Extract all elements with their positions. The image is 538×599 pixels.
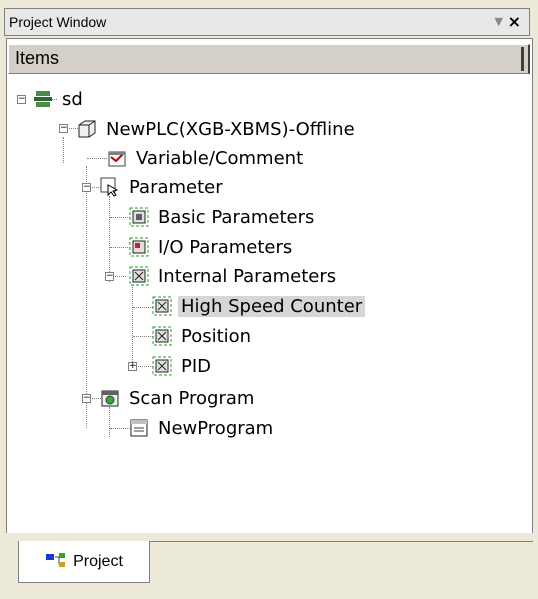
tree-label-variable: Variable/Comment — [136, 147, 304, 169]
tree-label-basic: Basic Parameters — [158, 206, 315, 228]
project-icon — [33, 89, 53, 109]
window-title: Project Window — [9, 14, 107, 30]
tree-node-pid[interactable]: PID — [152, 353, 214, 379]
program-icon — [129, 418, 149, 438]
tree-label-plc: NewPLC(XGB-XBMS)-Offline — [106, 118, 355, 140]
tab-project[interactable]: Project — [18, 541, 150, 583]
tree-label-hsc: High Speed Counter — [178, 295, 366, 317]
tree-node-program[interactable]: NewProgram — [129, 415, 276, 441]
parameter-icon — [100, 177, 120, 197]
tree-node-position[interactable]: Position — [152, 323, 254, 349]
close-icon[interactable]: × — [508, 12, 521, 31]
tree-node-variable[interactable]: Variable/Comment — [107, 145, 306, 171]
project-window-titlebar: Project Window ▼ × — [4, 8, 530, 36]
expander-pid[interactable]: + — [128, 362, 137, 371]
tree-label-scan: Scan Program — [129, 387, 255, 409]
tree-node-parameter[interactable]: Parameter — [100, 174, 226, 200]
tree-label-io: I/O Parameters — [158, 236, 293, 258]
high-speed-counter-icon — [152, 296, 172, 316]
basic-parameter-icon — [129, 207, 149, 227]
tree-label-position: Position — [181, 325, 252, 347]
tree-node-io[interactable]: I/O Parameters — [129, 234, 295, 260]
expander-internal[interactable]: − — [105, 272, 114, 281]
scan-program-icon — [100, 388, 120, 408]
tree-node-sd[interactable]: sd — [33, 86, 86, 112]
internal-parameter-icon — [129, 266, 149, 286]
expander-scan[interactable]: − — [82, 394, 91, 403]
tree-label-internal: Internal Parameters — [158, 265, 337, 287]
position-icon — [152, 326, 172, 346]
variable-comment-icon — [107, 148, 127, 168]
tree-label-program: NewProgram — [158, 417, 274, 439]
project-tree-panel: Items − − − − + − sd NewPLC(XGB-XBMS)-Of… — [6, 38, 533, 534]
tab-project-label: Project — [73, 552, 123, 570]
pid-icon — [152, 356, 172, 376]
tree-node-hsc[interactable]: High Speed Counter — [152, 293, 366, 319]
tree-node-plc[interactable]: NewPLC(XGB-XBMS)-Offline — [77, 116, 358, 142]
expander-plc[interactable]: − — [59, 124, 68, 133]
io-parameter-icon — [129, 237, 149, 257]
tree-label-pid: PID — [181, 355, 212, 377]
expander-parameter[interactable]: − — [82, 183, 91, 192]
dropdown-icon[interactable]: ▼ — [495, 15, 503, 28]
bottom-tab-bar: Project — [6, 533, 533, 588]
expander-sd[interactable]: − — [17, 95, 26, 104]
plc-icon — [77, 119, 97, 139]
project-tab-icon — [45, 552, 67, 572]
tree-node-basic[interactable]: Basic Parameters — [129, 204, 317, 230]
tree-node-scan[interactable]: Scan Program — [100, 385, 257, 411]
tree-label-sd: sd — [62, 88, 83, 110]
tree-label-parameter: Parameter — [129, 176, 223, 198]
tree-node-internal[interactable]: Internal Parameters — [129, 263, 339, 289]
project-tree: − − − − + − sd NewPLC(XGB-XBMS)-Offline … — [7, 39, 532, 533]
